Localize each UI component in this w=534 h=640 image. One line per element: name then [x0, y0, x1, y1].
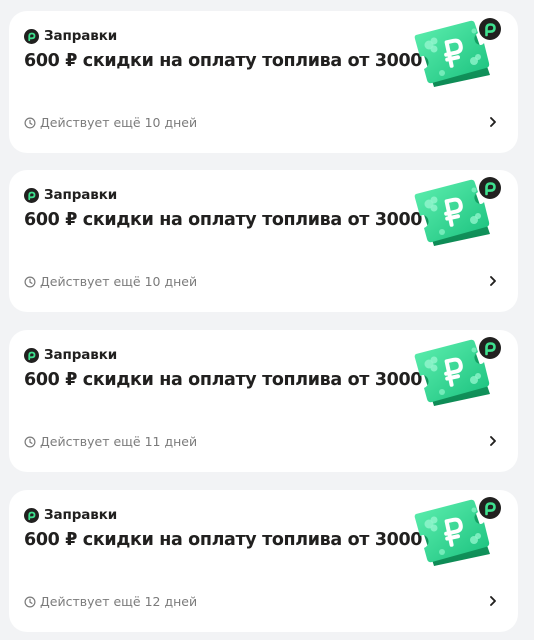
promo-title: 600 ₽ скидки на оплату топлива от 3000: [24, 210, 423, 230]
validity-row: Действует ещё 10 дней: [24, 115, 197, 130]
zapravki-logo-icon: [24, 188, 39, 203]
clock-icon: [24, 596, 36, 608]
promo-title: 600 ₽ скидки на оплату топлива от 3000: [24, 51, 423, 71]
coupon-ruble-icon: [412, 17, 504, 89]
chevron-right-icon[interactable]: [486, 594, 500, 608]
brand-label: Заправки: [44, 347, 118, 363]
validity-text: Действует ещё 11 дней: [40, 434, 198, 449]
brand-row: Заправки: [24, 507, 117, 523]
brand-label: Заправки: [44, 28, 118, 44]
promo-title: 600 ₽ скидки на оплату топлива от 3000: [24, 530, 423, 550]
brand-label: Заправки: [44, 507, 118, 523]
chevron-right-icon[interactable]: [486, 274, 500, 288]
brand-row: Заправки: [24, 347, 117, 363]
chevron-right-icon[interactable]: [486, 115, 500, 129]
validity-text: Действует ещё 12 дней: [40, 594, 198, 609]
brand-label: Заправки: [44, 187, 118, 203]
clock-icon: [24, 436, 36, 448]
validity-text: Действует ещё 10 дней: [40, 274, 198, 289]
promo-title: 600 ₽ скидки на оплату топлива от 3000: [24, 370, 423, 390]
brand-row: Заправки: [24, 28, 117, 44]
promo-card[interactable]: Заправки 600 ₽ скидки на оплату топлива …: [9, 170, 518, 312]
brand-row: Заправки: [24, 187, 117, 203]
zapravki-logo-icon: [24, 508, 39, 523]
promo-card[interactable]: Заправки 600 ₽ скидки на оплату топлива …: [9, 330, 518, 472]
zapravki-logo-icon: [24, 29, 39, 44]
chevron-right-icon[interactable]: [486, 434, 500, 448]
promo-card[interactable]: Заправки 600 ₽ скидки на оплату топлива …: [9, 490, 518, 632]
coupon-ruble-icon: [412, 336, 504, 408]
zapravki-logo-icon: [24, 348, 39, 363]
coupon-ruble-icon: [412, 496, 504, 568]
coupon-ruble-icon: [412, 176, 504, 248]
validity-row: Действует ещё 11 дней: [24, 434, 197, 449]
validity-row: Действует ещё 12 дней: [24, 594, 197, 609]
promo-card[interactable]: Заправки 600 ₽ скидки на оплату топлива …: [9, 11, 518, 153]
clock-icon: [24, 276, 36, 288]
clock-icon: [24, 117, 36, 129]
validity-text: Действует ещё 10 дней: [40, 115, 198, 130]
promo-list: Заправки 600 ₽ скидки на оплату топлива …: [0, 0, 534, 640]
validity-row: Действует ещё 10 дней: [24, 274, 197, 289]
